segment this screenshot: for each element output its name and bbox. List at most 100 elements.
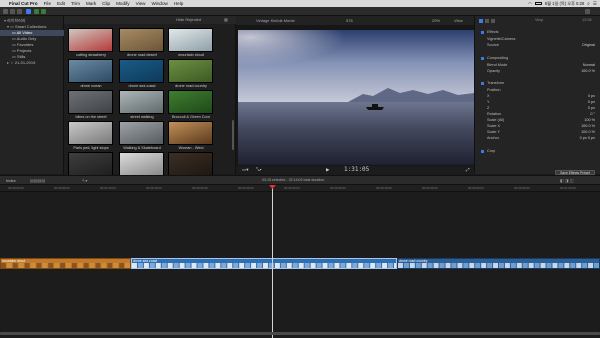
filmstrip-frame	[77, 263, 83, 268]
clip-thumbnail[interactable]	[68, 59, 113, 83]
import-icon[interactable]	[26, 9, 31, 14]
timeline-scroll-thumb[interactable]	[0, 332, 600, 335]
clip-thumbnail[interactable]	[68, 121, 113, 145]
filmstrip-frame	[394, 263, 396, 268]
filmstrip-frame	[493, 263, 499, 268]
search-icon[interactable]: ⌕	[587, 1, 590, 6]
inspector-label: Opacity	[487, 69, 500, 73]
menu-help[interactable]: Help	[174, 1, 183, 6]
timeline-clip-selected[interactable]: drone sea coast	[131, 258, 397, 269]
timeline-ruler[interactable]: 00:00:00:00 00:00:05:00 00:00:10:00 00:00:1…	[0, 185, 600, 192]
keyword-icon[interactable]	[34, 9, 39, 14]
sidebar-item-label: Audio Only	[16, 36, 37, 41]
clip-thumbnail[interactable]	[168, 28, 213, 52]
toolbar	[0, 7, 600, 16]
menu-clip[interactable]: Clip	[102, 1, 110, 6]
clip-filmstrip	[1, 263, 130, 268]
play-icon[interactable]: ▶	[326, 166, 329, 174]
playhead[interactable]	[272, 185, 273, 338]
menu-window[interactable]: Window	[151, 1, 167, 6]
timeline-index-button[interactable]: Index	[6, 178, 16, 183]
menu-edit[interactable]: Edit	[57, 1, 65, 6]
filmstrip-frame	[36, 263, 42, 268]
filmstrip-frame	[358, 263, 364, 268]
inspector-section[interactable]: Transform	[477, 80, 599, 86]
chevron-down-icon[interactable]: ▾	[4, 18, 6, 23]
share-icon[interactable]	[585, 9, 590, 14]
app-menu[interactable]: Final Cut Pro	[9, 1, 38, 6]
wifi-icon[interactable]: ◠	[528, 1, 532, 6]
filmstrip-frame	[522, 263, 528, 268]
battery-icon[interactable]	[534, 1, 542, 6]
timeline-clip[interactable]: drone road country	[397, 258, 600, 269]
menu-list-icon[interactable]: ☰	[593, 1, 597, 7]
smart-collection-icon: ▭	[12, 48, 16, 53]
sidebar-event[interactable]: ▸ ☆ 21-01-2019	[0, 60, 64, 66]
filmstrip-frame	[504, 263, 510, 268]
timeline-controls-icon[interactable]: ◧ ◨ ◫	[560, 178, 574, 183]
inspector-value[interactable]: 0 px 0 px	[580, 135, 595, 141]
clip-thumbnail[interactable]	[119, 59, 164, 83]
info-inspector-tab[interactable]	[491, 19, 495, 23]
filmstrip-frame	[101, 263, 107, 268]
clip-appearance-icon[interactable]: ▦	[224, 16, 228, 24]
select-tool-icon[interactable]: ↖▾	[82, 178, 87, 183]
inspector-section[interactable]: Effects	[477, 29, 599, 35]
zoom-menu[interactable]: 29%	[432, 16, 440, 25]
filmstrip-frame	[564, 263, 570, 268]
filmstrip-frame	[215, 263, 221, 268]
inspector-row[interactable]: Opacity 100.0 %	[477, 68, 599, 74]
filmstrip-frame	[433, 263, 439, 268]
clip-thumbnail[interactable]	[68, 28, 113, 52]
section-checkbox-icon[interactable]	[481, 56, 484, 60]
inspector-section[interactable]: Crop	[477, 148, 599, 154]
inspector-row[interactable]: Source Original	[477, 42, 599, 48]
video-frame[interactable]	[238, 30, 474, 165]
checkmark-icon[interactable]	[41, 9, 46, 14]
view-options-icon[interactable]: ▭▾	[242, 166, 249, 174]
section-checkbox-icon[interactable]	[481, 81, 484, 85]
clip-thumbnail[interactable]	[119, 152, 164, 176]
section-checkbox-icon[interactable]	[481, 30, 484, 34]
clip-thumbnail[interactable]	[68, 152, 113, 176]
fullscreen-icon[interactable]: ⤢	[466, 166, 470, 174]
clip-thumbnail[interactable]	[119, 90, 164, 114]
timeline-clip[interactable]: mountain cloud	[0, 258, 131, 269]
clip-thumbnail[interactable]	[119, 121, 164, 145]
inspector-value[interactable]: 100.0 %	[581, 68, 595, 74]
inspector-section[interactable]: Compositing	[477, 55, 599, 61]
clip-thumbnail[interactable]	[168, 121, 213, 145]
browser-scrollbar[interactable]	[232, 120, 234, 150]
menu-view[interactable]: View	[136, 1, 146, 6]
inspector-row[interactable]: Anchor 0 px 0 px	[477, 135, 599, 141]
clip-thumbnail[interactable]	[168, 59, 213, 83]
menu-mark[interactable]: Mark	[86, 1, 96, 6]
menu-modify[interactable]: Modify	[116, 1, 130, 6]
section-checkbox-icon[interactable]	[481, 149, 484, 153]
inspector-value[interactable]: Original	[582, 42, 595, 48]
menubar-clock[interactable]: 8월 1일 (목) 오후 5:28	[545, 1, 585, 7]
library-toggle-icon[interactable]	[3, 9, 8, 14]
menu-trim[interactable]: Trim	[71, 1, 80, 6]
menu-file[interactable]: File	[44, 1, 51, 6]
ruler-tick-label: 00:00:20:00	[192, 186, 208, 190]
color-inspector-tab[interactable]	[485, 19, 489, 23]
transform-icon[interactable]: ⤡▾	[256, 166, 262, 174]
clip-thumbnail[interactable]	[68, 90, 113, 114]
edit-tools-icon[interactable]: ▤▤▤▤	[30, 178, 45, 183]
browser-filter[interactable]: Hide Rejected	[176, 16, 201, 24]
timecode-display: 1:31:05	[344, 166, 370, 173]
clip-thumbnail-label: bikes on the street	[75, 115, 107, 119]
view-menu[interactable]: View	[454, 16, 463, 25]
photos-audio-icon[interactable]	[10, 9, 15, 14]
video-inspector-tab[interactable]	[479, 19, 483, 23]
clip-thumbnail[interactable]	[168, 152, 213, 176]
filmstrip-frame	[167, 263, 173, 268]
inspector-label: Source	[487, 43, 500, 47]
clip-thumbnail[interactable]	[168, 90, 213, 114]
filmstrip-frame	[65, 263, 71, 268]
filmstrip-frame	[457, 263, 463, 268]
clip-thumbnail[interactable]	[119, 28, 164, 52]
filmstrip-frame	[30, 263, 36, 268]
titles-icon[interactable]	[17, 9, 22, 14]
